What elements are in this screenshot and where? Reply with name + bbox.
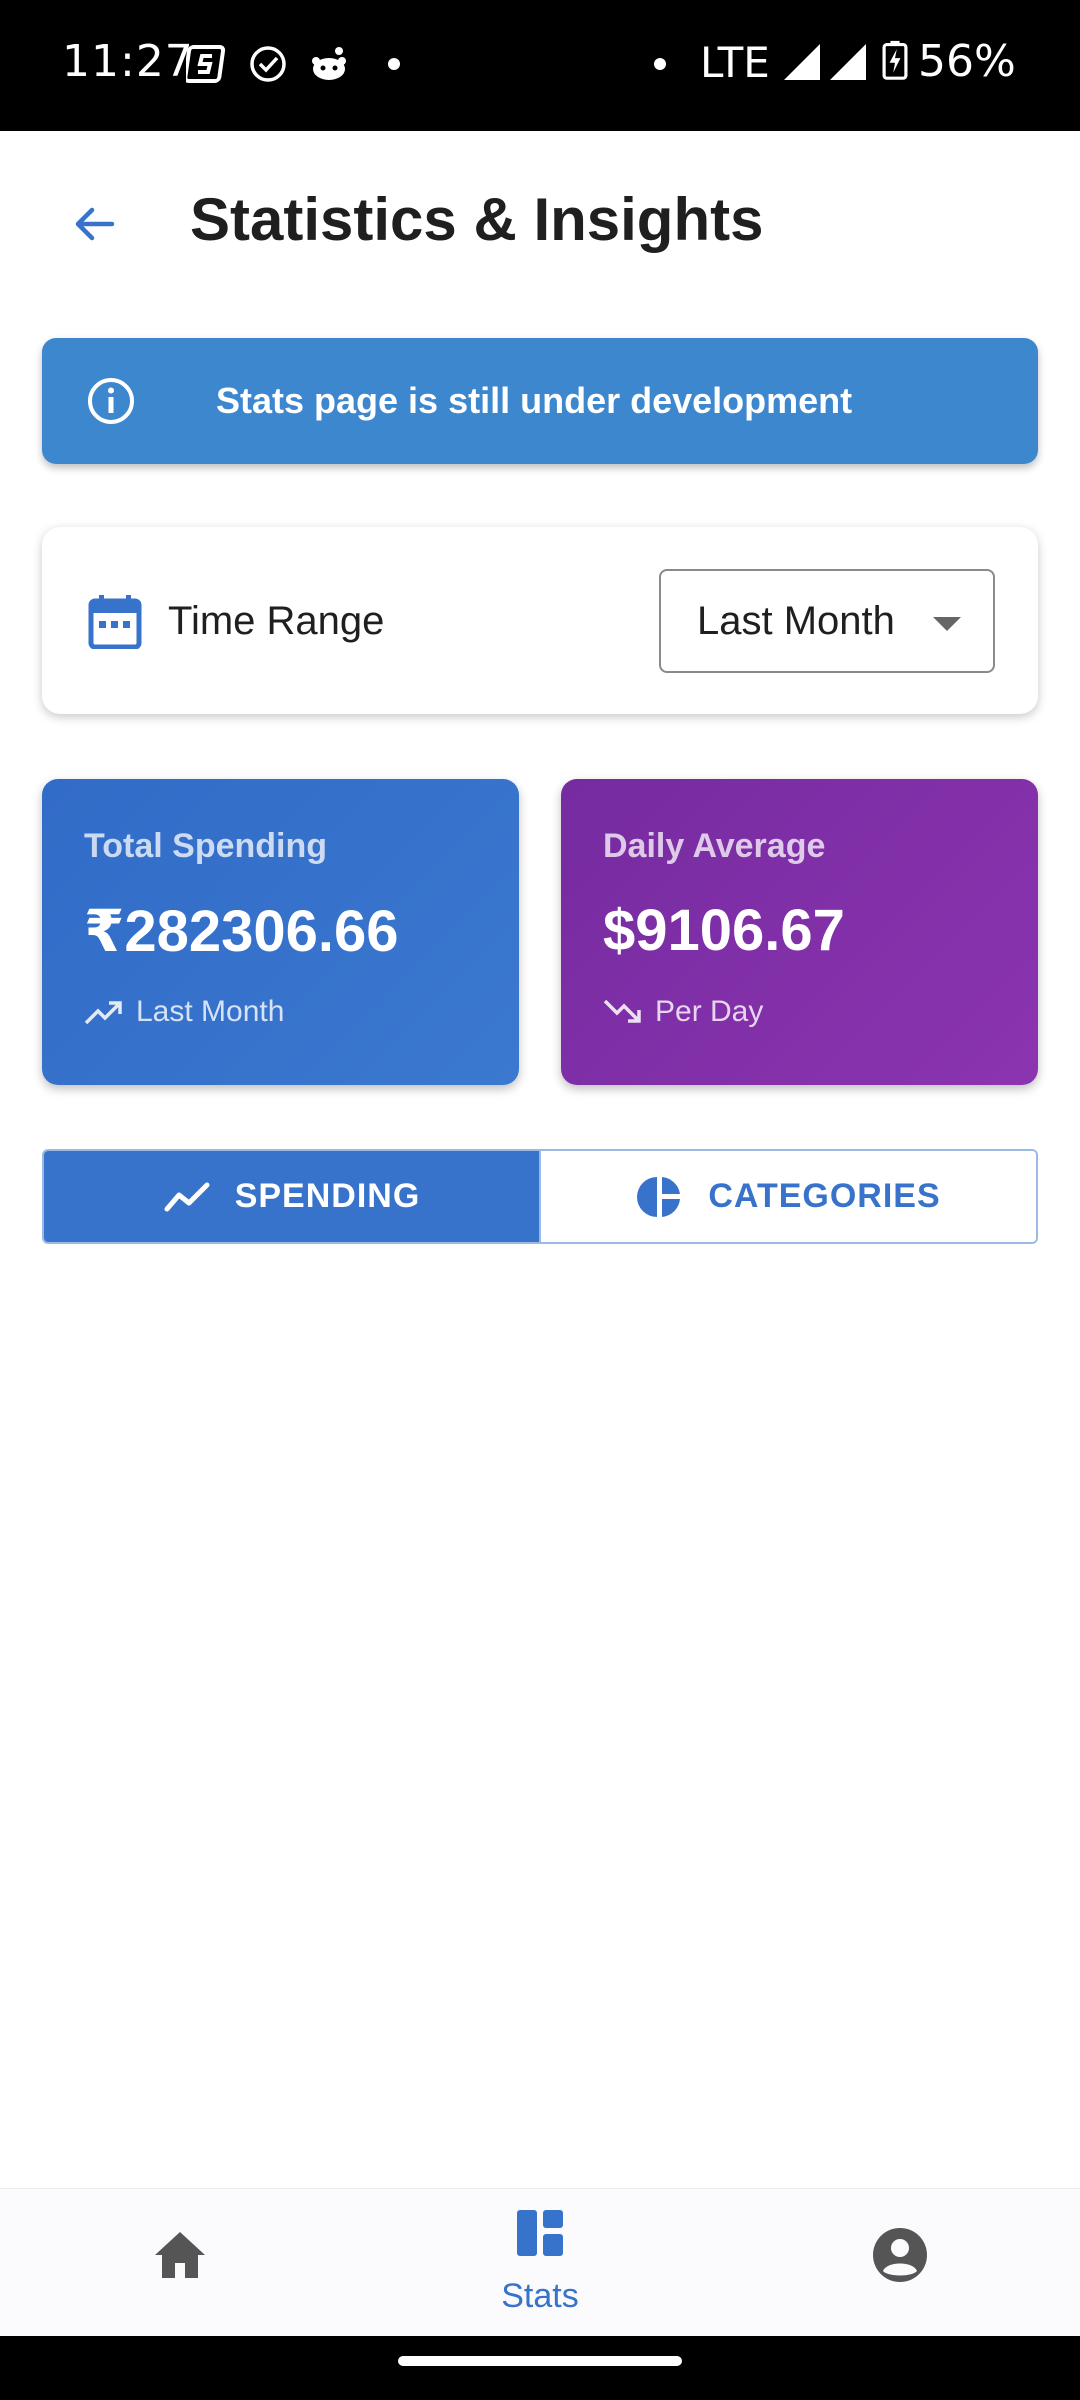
status-time: 11:27 bbox=[62, 36, 194, 87]
stat-value: ₹282306.66 bbox=[84, 899, 399, 964]
arrow-back-icon bbox=[75, 207, 115, 241]
tab-spending[interactable]: SPENDING bbox=[44, 1151, 539, 1242]
back-button[interactable] bbox=[56, 186, 132, 262]
notification-dot bbox=[388, 58, 400, 70]
nav-home[interactable] bbox=[0, 2189, 360, 2337]
time-range-dropdown[interactable]: Last Month bbox=[659, 569, 995, 673]
reddit-icon bbox=[312, 47, 346, 80]
nav-label: Stats bbox=[501, 2277, 579, 2315]
stat-label: Total Spending bbox=[84, 827, 328, 865]
chevron-down-icon bbox=[933, 617, 961, 631]
tab-categories[interactable]: CATEGORIES bbox=[539, 1151, 1036, 1242]
stat-subtitle: Last Month bbox=[136, 995, 285, 1028]
pie-chart-icon bbox=[637, 1176, 681, 1217]
info-icon bbox=[88, 378, 134, 424]
nav-account[interactable] bbox=[720, 2189, 1080, 2337]
app-bar: Statistics & Insights bbox=[0, 131, 1080, 311]
app-s-icon bbox=[186, 45, 226, 83]
line-chart-icon bbox=[164, 1182, 210, 1211]
battery-charging-icon bbox=[882, 40, 908, 80]
time-range-selected: Last Month bbox=[697, 599, 895, 643]
tab-label: CATEGORIES bbox=[708, 1177, 941, 1215]
trending-up-icon bbox=[84, 1001, 122, 1025]
status-bar: 11:27 LTE 56% bbox=[0, 0, 1080, 131]
banner-text: Stats page is still under development bbox=[216, 380, 853, 421]
network-label: LTE bbox=[700, 38, 770, 87]
view-tabs: SPENDING CATEGORIES bbox=[42, 1149, 1038, 1244]
stat-subtitle: Per Day bbox=[655, 995, 764, 1028]
home-gesture-handle[interactable] bbox=[398, 2356, 682, 2366]
calendar-icon bbox=[88, 595, 142, 649]
signal-icon bbox=[784, 44, 820, 80]
tab-label: SPENDING bbox=[234, 1177, 421, 1215]
battery-percent: 56% bbox=[918, 36, 1016, 87]
dashboard-icon bbox=[517, 2210, 563, 2256]
trending-down-icon bbox=[603, 999, 641, 1023]
account-icon bbox=[873, 2228, 927, 2282]
system-navigation-bar bbox=[0, 2336, 1080, 2400]
time-range-card: Time Range Last Month bbox=[42, 527, 1038, 714]
time-range-label: Time Range bbox=[168, 599, 385, 643]
total-spending-card: Total Spending ₹282306.66 Last Month bbox=[42, 779, 519, 1085]
check-circle-icon bbox=[250, 46, 286, 82]
info-banner: Stats page is still under development bbox=[42, 338, 1038, 464]
page-title: Statistics & Insights bbox=[190, 186, 764, 253]
home-icon bbox=[155, 2232, 205, 2278]
daily-average-card: Daily Average $9106.67 Per Day bbox=[561, 779, 1038, 1085]
nav-stats[interactable]: Stats bbox=[360, 2189, 720, 2337]
stat-value: $9106.67 bbox=[603, 898, 845, 963]
stat-label: Daily Average bbox=[603, 827, 826, 865]
signal-icon bbox=[830, 44, 866, 80]
bottom-navigation: Stats bbox=[0, 2188, 1080, 2336]
notification-dot bbox=[654, 58, 666, 70]
